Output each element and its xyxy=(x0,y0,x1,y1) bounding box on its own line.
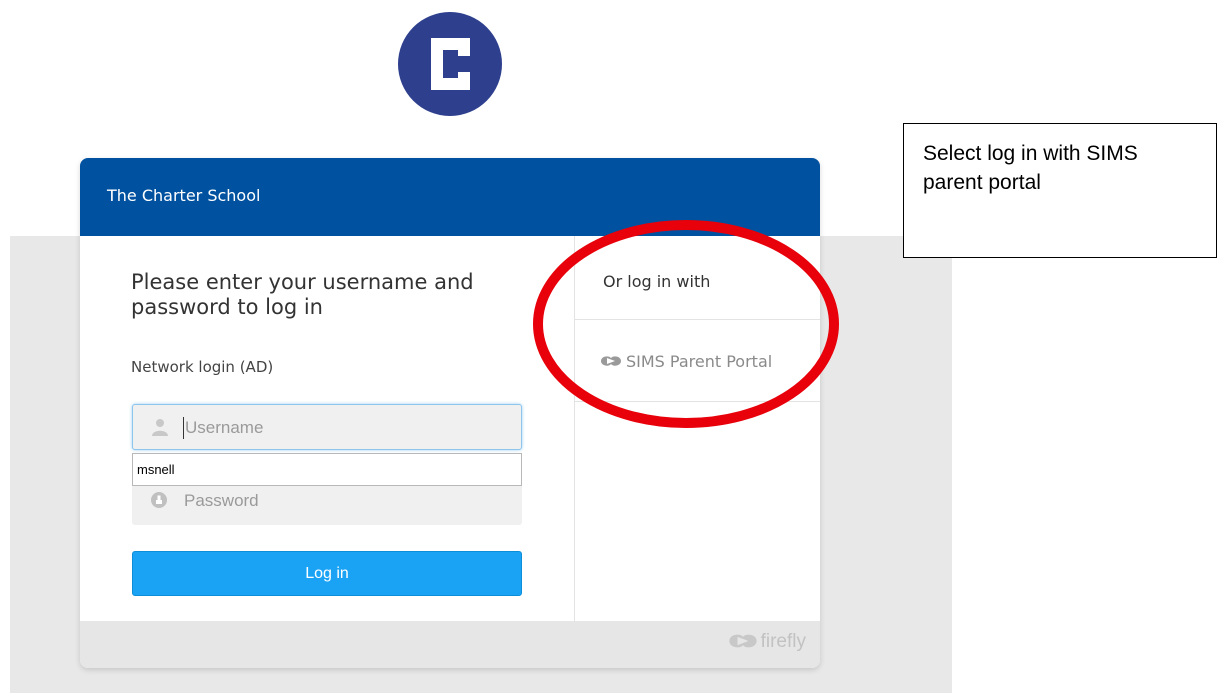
user-icon xyxy=(152,419,168,436)
highlight-ellipse xyxy=(533,220,839,428)
firefly-brand: firefly xyxy=(728,631,806,653)
username-input[interactable]: Username xyxy=(132,404,522,450)
firefly-icon xyxy=(728,634,757,648)
instruction-text: Select log in with SIMS parent portal xyxy=(923,142,1138,194)
school-name: The Charter School xyxy=(107,186,261,205)
password-placeholder: Password xyxy=(184,491,259,510)
charter-logo-icon xyxy=(398,12,502,116)
autocomplete-text: msnell xyxy=(137,462,175,477)
firefly-brand-text: firefly xyxy=(760,631,806,652)
login-heading: Please enter your username and password … xyxy=(131,270,474,319)
autocomplete-suggestion[interactable]: msnell xyxy=(132,453,522,486)
network-login-label: Network login (AD) xyxy=(131,358,274,376)
instruction-callout: Select log in with SIMS parent portal xyxy=(903,123,1217,258)
card-footer: firefly xyxy=(80,621,820,668)
username-placeholder: Username xyxy=(185,418,264,437)
login-button[interactable]: Log in xyxy=(132,551,522,596)
lock-icon xyxy=(151,492,167,508)
text-caret xyxy=(183,417,184,439)
